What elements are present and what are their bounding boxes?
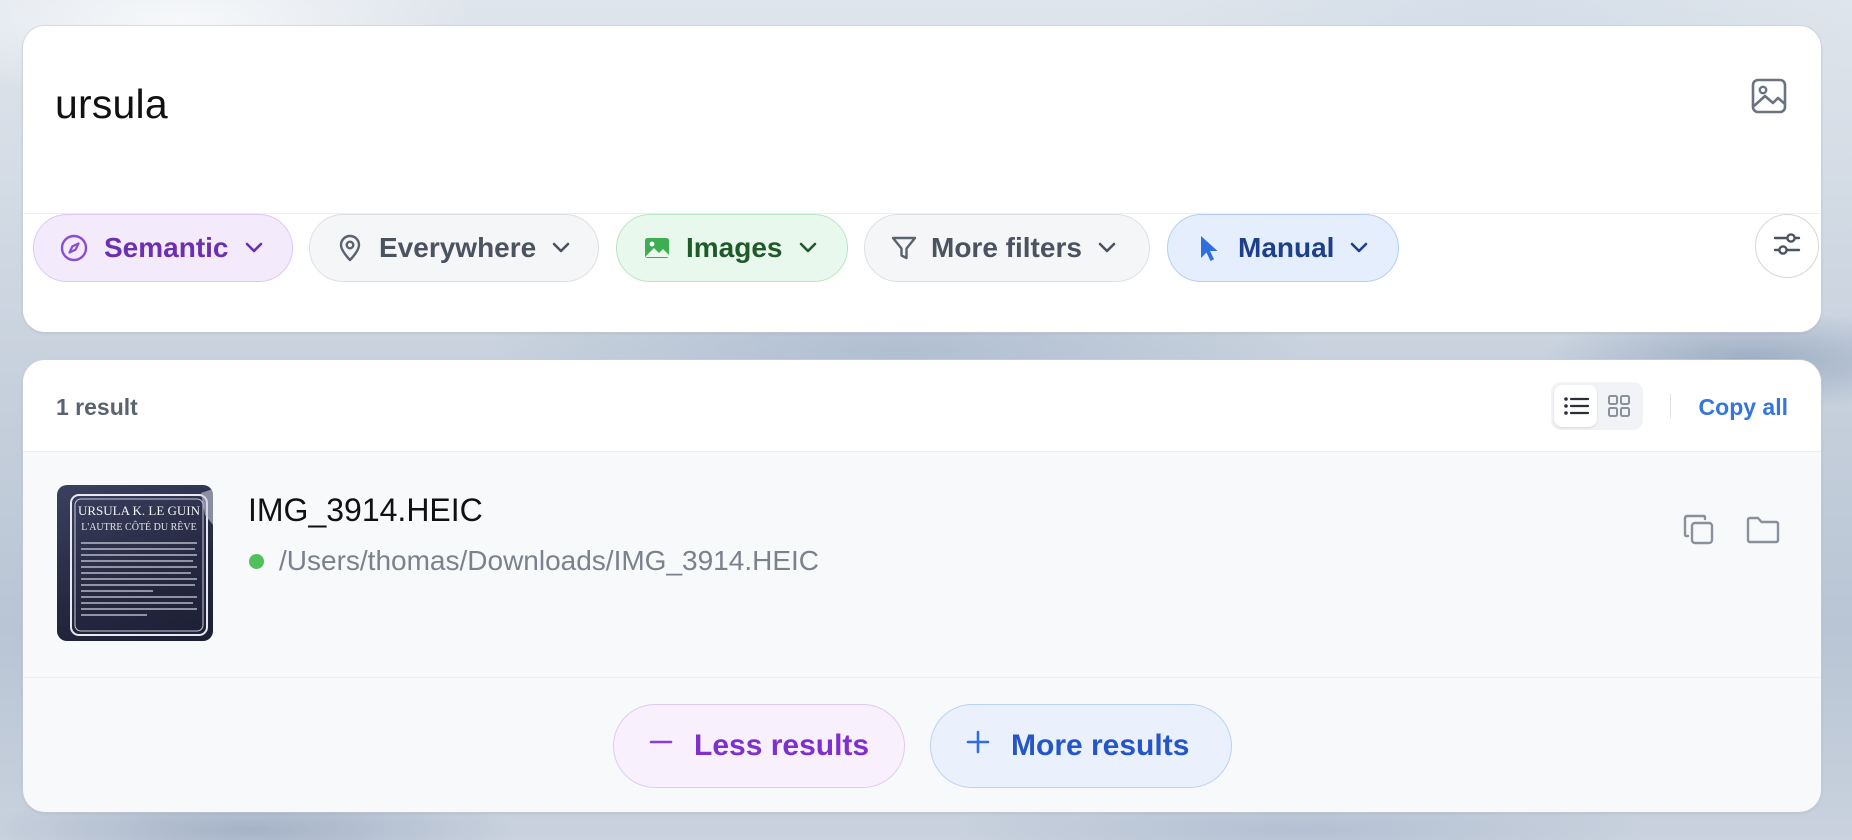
location-chip-label: Everywhere [379,232,537,263]
list-icon [1563,397,1589,415]
copy-icon [1683,514,1714,545]
cursor-icon [1194,233,1224,263]
search-mode-chip[interactable]: Manual [1167,214,1399,282]
location-pin-icon [335,233,365,263]
results-header: 1 result Copy all [23,360,1821,452]
result-file-name[interactable]: IMG_3914.HEIC [248,492,483,529]
search-mode-chip-label: Manual [1238,232,1335,263]
more-results-label: More results [1011,729,1190,762]
more-filters-chip[interactable]: More filters [864,214,1150,282]
thumbnail-title: URSULA K. LE GUIN [78,503,201,518]
result-count: 1 result [56,394,138,420]
copy-path-button[interactable] [1679,510,1719,550]
sliders-icon [1772,229,1802,264]
search-input[interactable]: ursula [55,81,168,128]
grid-view-button[interactable] [1597,385,1640,427]
image-search-button[interactable] [1747,74,1791,118]
more-results-button[interactable]: More results [930,704,1232,788]
grid-icon [1607,395,1630,417]
results-panel: 1 result Copy all URSULA K. LE GUIN L'AU… [23,360,1821,812]
chevron-down-icon [1350,242,1368,254]
semantic-search-chip[interactable]: Semantic [33,214,293,282]
file-type-chip-label: Images [686,232,783,263]
semantic-chip-label: Semantic [104,232,229,263]
search-settings-button[interactable] [1755,214,1819,278]
result-row[interactable]: URSULA K. LE GUIN L'AUTRE CÔTÉ DU RÊVE I… [23,452,1821,678]
search-area[interactable]: ursula [23,26,1821,214]
more-filters-chip-label: More filters [931,232,1082,263]
less-results-label: Less results [694,729,870,762]
search-panel: ursula [23,26,1821,332]
chevron-down-icon [799,242,817,254]
result-thumbnail: URSULA K. LE GUIN L'AUTRE CÔTÉ DU RÊVE [57,485,213,641]
minus-icon [648,729,674,763]
reveal-in-folder-button[interactable] [1743,510,1783,550]
status-indicator [249,554,264,569]
file-type-chip[interactable]: Images [616,214,848,282]
chevron-down-icon [245,242,263,254]
funnel-icon [889,233,919,263]
compass-icon [59,233,89,263]
divider [1670,394,1671,418]
location-chip[interactable]: Everywhere [309,214,599,282]
view-toggle [1551,382,1643,430]
list-view-button[interactable] [1554,385,1597,427]
folder-icon [1746,516,1780,544]
copy-all-button[interactable]: Copy all [1699,394,1788,421]
chevron-down-icon [1098,242,1116,254]
plus-icon [965,729,991,763]
image-icon [1751,78,1787,114]
chevron-down-icon [552,242,570,254]
less-results-button[interactable]: Less results [613,704,905,788]
thumbnail-subtitle: L'AUTRE CÔTÉ DU RÊVE [81,521,196,533]
result-file-path[interactable]: /Users/thomas/Downloads/IMG_3914.HEIC [279,545,819,577]
image-icon [642,233,672,263]
